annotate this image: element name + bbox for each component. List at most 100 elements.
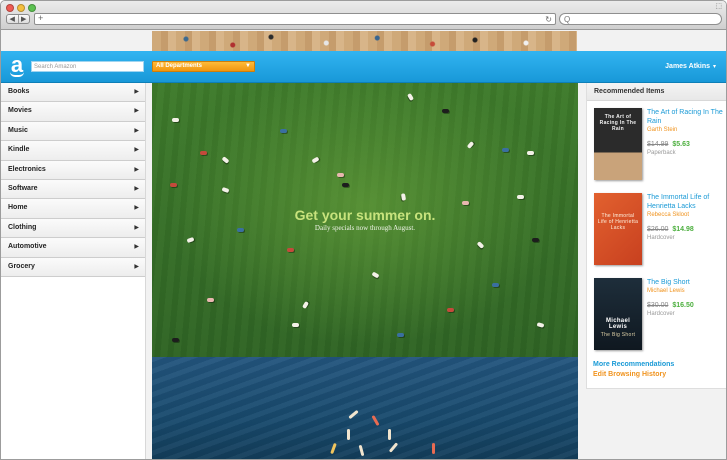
park-person: [466, 141, 475, 149]
sale-price: $16.50: [672, 302, 694, 309]
browser-toolbar: ◀ ▶ + ↻ Q ⬚: [1, 1, 726, 30]
zoom-window-button[interactable]: [28, 4, 36, 12]
sidebar-item-home[interactable]: Home ▶: [1, 199, 145, 219]
back-icon[interactable]: ◀: [7, 15, 18, 23]
beach-banner-image: [152, 31, 577, 51]
sidebar-item-movies[interactable]: Movies ▶: [1, 102, 145, 122]
item-author[interactable]: Rebecca Skloot: [647, 212, 689, 218]
sidebar-item-grocery[interactable]: Grocery ▶: [1, 257, 145, 277]
park-person: [476, 241, 485, 249]
close-window-button[interactable]: [6, 4, 14, 12]
surfboard: [371, 414, 380, 427]
sidebar-item-label: Clothing: [8, 223, 37, 231]
item-prices: $14.99 $5.63: [647, 141, 690, 148]
surfboard: [358, 444, 365, 457]
department-select[interactable]: All Departments ▼: [152, 61, 255, 72]
search-icon: Q: [564, 15, 571, 24]
park-person: [186, 236, 195, 244]
sidebar-item-label: Books: [8, 88, 30, 95]
sidebar-item-label: Automotive: [8, 243, 47, 251]
list-price: $30.00: [647, 302, 669, 309]
category-sidebar: Books ▶ Movies ▶ Music ▶ Kindle ▶ Electronic…: [1, 83, 146, 459]
sidebar-item-kindle[interactable]: Kindle ▶: [1, 141, 145, 161]
surfboard: [348, 409, 359, 420]
sidebar-item-label: Music: [8, 126, 28, 134]
sidebar-item-label: Kindle: [8, 146, 30, 154]
address-bar[interactable]: + ↻: [34, 13, 556, 25]
item-format: Hardcover: [647, 311, 675, 317]
sidebar-item-electronics[interactable]: Electronics ▶: [1, 160, 145, 180]
search-input[interactable]: Search Amazon: [31, 61, 144, 72]
browser-search-field[interactable]: Q: [559, 13, 722, 25]
park-person: [536, 322, 545, 328]
amazon-logo[interactable]: a: [8, 54, 26, 77]
minimize-window-button[interactable]: [17, 4, 25, 12]
surfboard: [388, 442, 399, 453]
sidebar-item-software[interactable]: Software ▶: [1, 179, 145, 200]
list-price: $14.99: [647, 141, 669, 148]
park-person: [447, 308, 454, 312]
chevron-right-icon: ▶: [134, 147, 139, 154]
more-recommendations-link[interactable]: More Recommendations: [593, 360, 674, 370]
park-person: [280, 129, 287, 133]
sale-price: $5.63: [672, 141, 690, 148]
cover-title: The Immortal Life of Henrietta Lacks: [597, 213, 639, 231]
sidebar-item-clothing[interactable]: Clothing ▶: [1, 218, 145, 239]
park-person: [397, 333, 404, 337]
item-prices: $30.00 $16.50: [647, 302, 694, 309]
account-menu[interactable]: James Atkins ▾: [665, 61, 716, 73]
item-author[interactable]: Michael Lewis: [647, 288, 685, 294]
recommendation-links: More Recommendations Edit Browsing Histo…: [593, 360, 674, 380]
item-title[interactable]: The Immortal Life of Henrietta Lacks: [647, 193, 725, 211]
cover-author: Michael Lewis: [605, 318, 631, 330]
park-person: [342, 183, 349, 187]
book-cover[interactable]: The Immortal Life of Henrietta Lacks: [594, 193, 642, 265]
park-person: [172, 118, 179, 122]
item-format: Hardcover: [647, 235, 675, 241]
reload-icon[interactable]: ↻: [545, 14, 552, 25]
park-person: [492, 283, 499, 287]
park-person: [337, 173, 344, 177]
browser-window: ◀ ▶ + ↻ Q ⬚ a Search Amazon All Departme…: [0, 0, 727, 460]
item-title[interactable]: The Big Short: [647, 278, 725, 287]
add-bookmark-icon[interactable]: +: [38, 13, 43, 23]
recommended-item[interactable]: The Art of Racing In The Rain The Art of…: [594, 108, 724, 182]
chevron-right-icon: ▶: [134, 185, 139, 192]
window-controls: [6, 4, 36, 12]
sidebar-item-automotive[interactable]: Automotive ▶: [1, 238, 145, 258]
summer-promo-banner[interactable]: Get your summer on. Daily specials now t…: [152, 83, 578, 357]
sidebar-item-label: Movies: [8, 107, 32, 115]
recommended-panel: Recommended Items The Art of Racing In T…: [586, 83, 726, 389]
caret-down-icon: ▾: [712, 64, 716, 70]
item-title[interactable]: The Art of Racing In The Rain: [647, 108, 725, 126]
sidebar-item-music[interactable]: Music ▶: [1, 121, 145, 142]
cover-title: The Big Short: [600, 332, 636, 338]
surfboard: [432, 443, 435, 454]
toolbar-toggle-icon[interactable]: ⬚: [715, 2, 722, 10]
park-person: [292, 323, 299, 327]
park-person: [302, 300, 309, 310]
chevron-right-icon: ▶: [134, 166, 139, 173]
book-cover[interactable]: The Art of Racing In The Rain: [594, 108, 642, 180]
sidebar-item-label: Software: [8, 184, 38, 192]
chevron-right-icon: ▶: [134, 108, 139, 115]
park-person: [400, 193, 407, 201]
department-label: All Departments: [156, 63, 203, 69]
hero-subline: Daily specials now through August.: [314, 224, 416, 232]
edit-browsing-history-link[interactable]: Edit Browsing History: [593, 370, 674, 380]
chevron-right-icon: ▶: [134, 263, 139, 270]
park-person: [517, 195, 524, 199]
forward-icon[interactable]: ▶: [17, 15, 30, 23]
user-name: James Atkins: [665, 63, 711, 70]
book-cover[interactable]: Michael Lewis The Big Short: [594, 278, 642, 350]
sidebar-item-label: Home: [8, 204, 28, 212]
recommended-item[interactable]: Michael Lewis The Big Short The Big Shor…: [594, 278, 724, 352]
ocean-banner-image: [152, 357, 578, 459]
recommended-item[interactable]: The Immortal Life of Henrietta Lacks The…: [594, 193, 724, 267]
item-author[interactable]: Garth Stein: [647, 127, 677, 133]
sidebar-item-books[interactable]: Books ▶: [1, 83, 145, 103]
park-person: [287, 248, 294, 252]
chevron-right-icon: ▶: [134, 89, 139, 95]
park-person: [462, 201, 469, 205]
site-header: a Search Amazon All Departments ▼ James …: [1, 51, 726, 83]
